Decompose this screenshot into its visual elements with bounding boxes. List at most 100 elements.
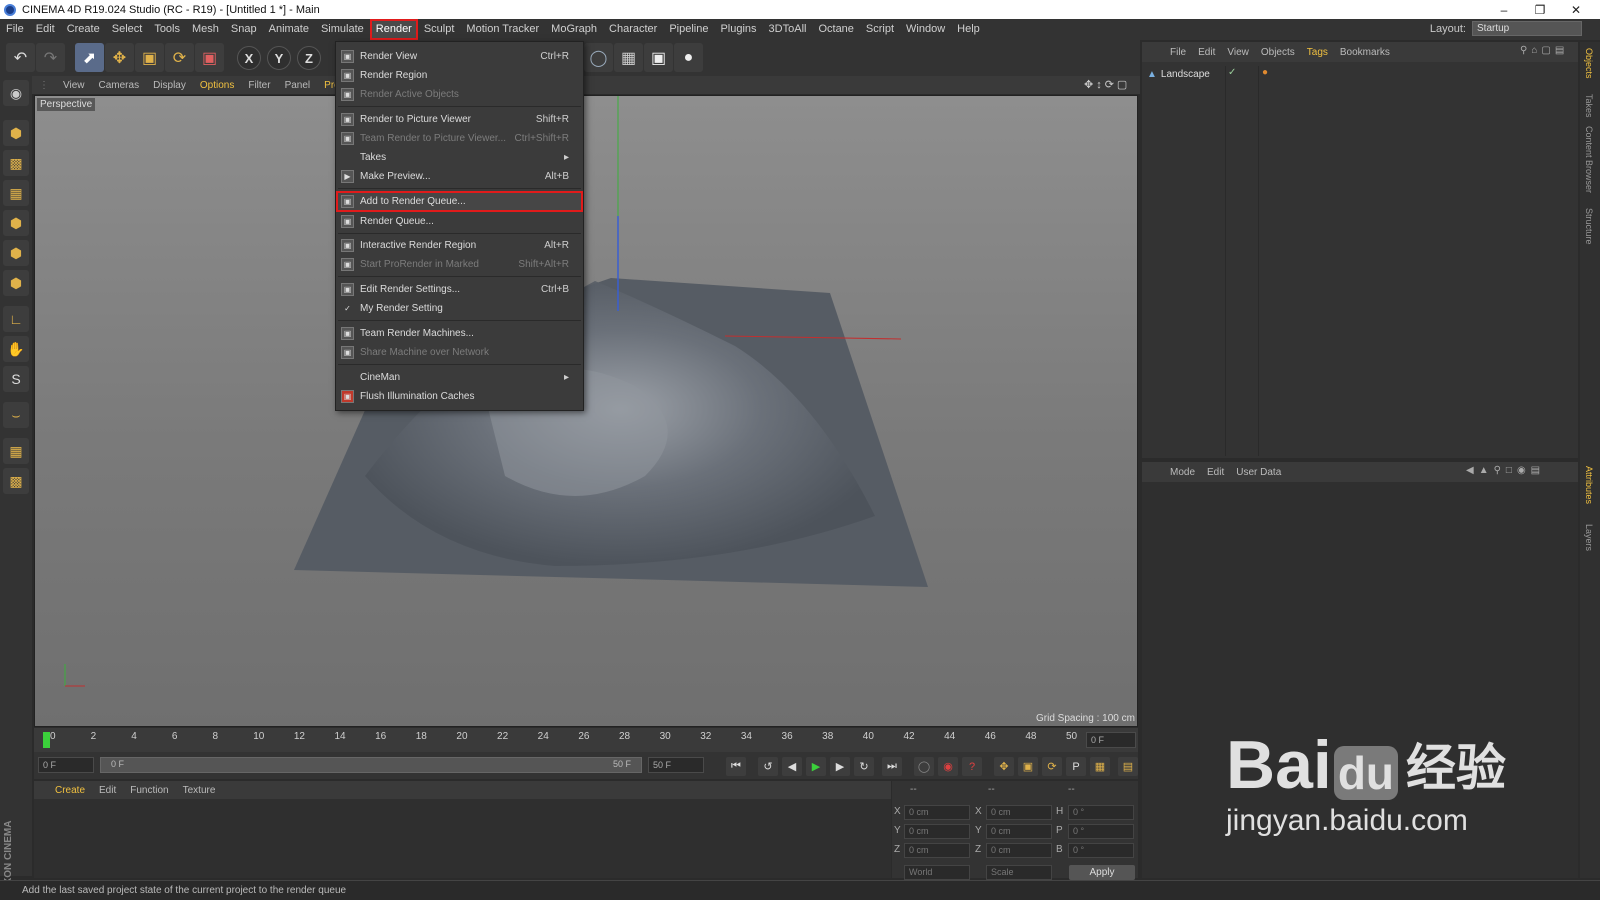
object-row-landscape[interactable]: ▲ Landscape <box>1147 66 1267 82</box>
rotation-key-icon[interactable]: ⟳ <box>1042 757 1062 776</box>
menu-edit[interactable]: Edit <box>30 19 61 40</box>
coord-size-mode-dropdown[interactable]: Scale <box>986 865 1052 880</box>
viewport-menu-view[interactable]: View <box>56 80 92 91</box>
tab-content-browser[interactable]: Content Browser <box>1584 126 1594 193</box>
z-axis-lock-icon[interactable]: Z <box>297 46 321 70</box>
menu-item-team-render-machines[interactable]: ▣ Team Render Machines... <box>336 324 583 343</box>
menu-item-team-render-to-picture-viewer[interactable]: ▣ Team Render to Picture Viewer... Ctrl+… <box>336 129 583 148</box>
undo-icon[interactable]: ↶ <box>6 43 35 72</box>
tab-structure[interactable]: Structure <box>1584 208 1594 245</box>
snap-icon[interactable]: ⌣ <box>3 402 29 428</box>
viewport-menu-cameras[interactable]: Cameras <box>92 80 147 91</box>
next-frame-icon[interactable]: ▶ <box>830 757 850 776</box>
objects-menu-file[interactable]: File <box>1164 47 1192 58</box>
menu-select[interactable]: Select <box>106 19 149 40</box>
tab-objects[interactable]: Objects <box>1584 48 1594 79</box>
attributes-menu-mode[interactable]: Mode <box>1164 467 1201 478</box>
minimize-button[interactable]: – <box>1486 0 1522 19</box>
play-icon[interactable]: ▶ <box>806 757 826 776</box>
edges-mode-icon[interactable]: ⬢ <box>3 240 29 266</box>
menu-character[interactable]: Character <box>603 19 663 40</box>
coord-pos-z-field[interactable]: 0 cm <box>904 843 970 858</box>
menu-item-start-prorender[interactable]: ▣ Start ProRender in Marked Shift+Alt+R <box>336 255 583 274</box>
timeline-window-icon[interactable]: ▤ <box>1118 757 1138 776</box>
texture-mode-icon[interactable]: ▩ <box>3 150 29 176</box>
viewport-menu-filter[interactable]: Filter <box>241 80 277 91</box>
move-tool-icon[interactable]: ✥ <box>105 43 134 72</box>
coord-size-x-field[interactable]: 0 cm <box>986 805 1052 820</box>
menu-window[interactable]: Window <box>900 19 951 40</box>
point-level-icon[interactable]: ▦ <box>1090 757 1110 776</box>
attribute-nav-icons[interactable]: ◀▲⚲□◉▤ <box>1466 465 1545 476</box>
points-mode-icon[interactable]: ⬢ <box>3 210 29 236</box>
material-list-area[interactable] <box>34 799 891 878</box>
live-selection-icon[interactable]: ⬈ <box>75 43 104 72</box>
material-menu-edit[interactable]: Edit <box>92 785 123 796</box>
objects-menu-tags[interactable]: Tags <box>1301 47 1334 58</box>
make-editable-icon[interactable]: ◉ <box>3 80 29 106</box>
polygons-mode-icon[interactable]: ⬢ <box>3 270 29 296</box>
coord-rot-b-field[interactable]: 0 ° <box>1068 843 1134 858</box>
recent-tools-icon[interactable]: ▣ <box>195 43 224 72</box>
menu-item-render-queue[interactable]: ▣ Render Queue... <box>336 212 583 231</box>
go-to-end-icon[interactable]: ⏭ <box>882 757 902 776</box>
next-key-icon[interactable]: ↻ <box>854 757 874 776</box>
scale-key-icon[interactable]: ▣ <box>1018 757 1038 776</box>
material-menu-texture[interactable]: Texture <box>176 785 223 796</box>
close-button[interactable]: ✕ <box>1558 0 1594 19</box>
menu-script[interactable]: Script <box>860 19 900 40</box>
viewport-nav-icons[interactable]: ✥↕⟳▢ <box>1084 78 1130 91</box>
parameter-key-icon[interactable]: P <box>1066 757 1086 776</box>
menu-mesh[interactable]: Mesh <box>186 19 225 40</box>
coord-rot-h-field[interactable]: 0 ° <box>1068 805 1134 820</box>
current-frame-field[interactable]: 0 F <box>1086 732 1136 748</box>
menu-item-render-view[interactable]: ▣ Render View Ctrl+R <box>336 47 583 66</box>
menu-simulate[interactable]: Simulate <box>315 19 370 40</box>
camera-icon[interactable]: ▣ <box>644 43 673 72</box>
menu-help[interactable]: Help <box>951 19 986 40</box>
menu-item-render-active-objects[interactable]: ▣ Render Active Objects <box>336 85 583 104</box>
menu-mograph[interactable]: MoGraph <box>545 19 603 40</box>
locked-workplane-icon[interactable]: ▦ <box>3 438 29 464</box>
attributes-menu-edit[interactable]: Edit <box>1201 467 1230 478</box>
go-to-start-icon[interactable]: ⏮ <box>726 757 746 776</box>
previous-key-icon[interactable]: ↺ <box>758 757 778 776</box>
tab-takes[interactable]: Takes <box>1584 94 1594 118</box>
menu-item-share-machine[interactable]: ▣ Share Machine over Network <box>336 343 583 362</box>
menu-item-interactive-render-region[interactable]: ▣ Interactive Render Region Alt+R <box>336 236 583 255</box>
visibility-check-icon[interactable]: ✓ <box>1228 67 1236 78</box>
workplane-icon[interactable]: ▦ <box>3 180 29 206</box>
redo-icon[interactable]: ↷ <box>36 43 65 72</box>
menu-animate[interactable]: Animate <box>263 19 315 40</box>
menu-item-render-to-picture-viewer[interactable]: ▣ Render to Picture Viewer Shift+R <box>336 110 583 129</box>
light-icon[interactable]: ● <box>674 43 703 72</box>
objects-menu-view[interactable]: View <box>1221 47 1255 58</box>
object-manager-tool-icons[interactable]: ⚲⌂▢▤ <box>1520 45 1568 56</box>
start-frame-field[interactable]: 0 F <box>38 757 94 773</box>
timeline-ruler[interactable]: 0 2 4 6 8 10 12 14 16 18 20 22 24 26 28 30 32 34 36 38 40 42 4… <box>34 728 1138 752</box>
position-key-icon[interactable]: ✥ <box>994 757 1014 776</box>
apply-button[interactable]: Apply <box>1069 865 1135 880</box>
previous-frame-icon[interactable]: ◀ <box>782 757 802 776</box>
tab-layers[interactable]: Layers <box>1584 524 1594 551</box>
menu-tools[interactable]: Tools <box>148 19 186 40</box>
objects-menu-bookmarks[interactable]: Bookmarks <box>1334 47 1396 58</box>
layout-dropdown[interactable]: Startup <box>1472 21 1582 36</box>
menu-pipeline[interactable]: Pipeline <box>663 19 714 40</box>
objects-menu-objects[interactable]: Objects <box>1255 47 1301 58</box>
menu-motion-tracker[interactable]: Motion Tracker <box>460 19 545 40</box>
record-active-icon[interactable]: ◯ <box>914 757 934 776</box>
viewport-menu-display[interactable]: Display <box>146 80 193 91</box>
menu-item-flush-illumination-caches[interactable]: ▣ Flush Illumination Caches <box>336 387 583 406</box>
coord-size-y-field[interactable]: 0 cm <box>986 824 1052 839</box>
menu-item-make-preview[interactable]: ▶ Make Preview... Alt+B <box>336 167 583 186</box>
coord-system-dropdown[interactable]: World <box>904 865 970 880</box>
coord-pos-x-field[interactable]: 0 cm <box>904 805 970 820</box>
floor-environment-icon[interactable]: ▦ <box>614 43 643 72</box>
solo-mode-icon[interactable]: S <box>3 366 29 392</box>
viewport-menu-panel[interactable]: Panel <box>278 80 318 91</box>
menu-item-takes[interactable]: Takes ▸ <box>336 148 583 167</box>
menu-item-add-to-render-queue[interactable]: ▣ Add to Render Queue... <box>336 191 583 212</box>
menu-item-render-region[interactable]: ▣ Render Region <box>336 66 583 85</box>
autokey-icon[interactable]: ◉ <box>938 757 958 776</box>
